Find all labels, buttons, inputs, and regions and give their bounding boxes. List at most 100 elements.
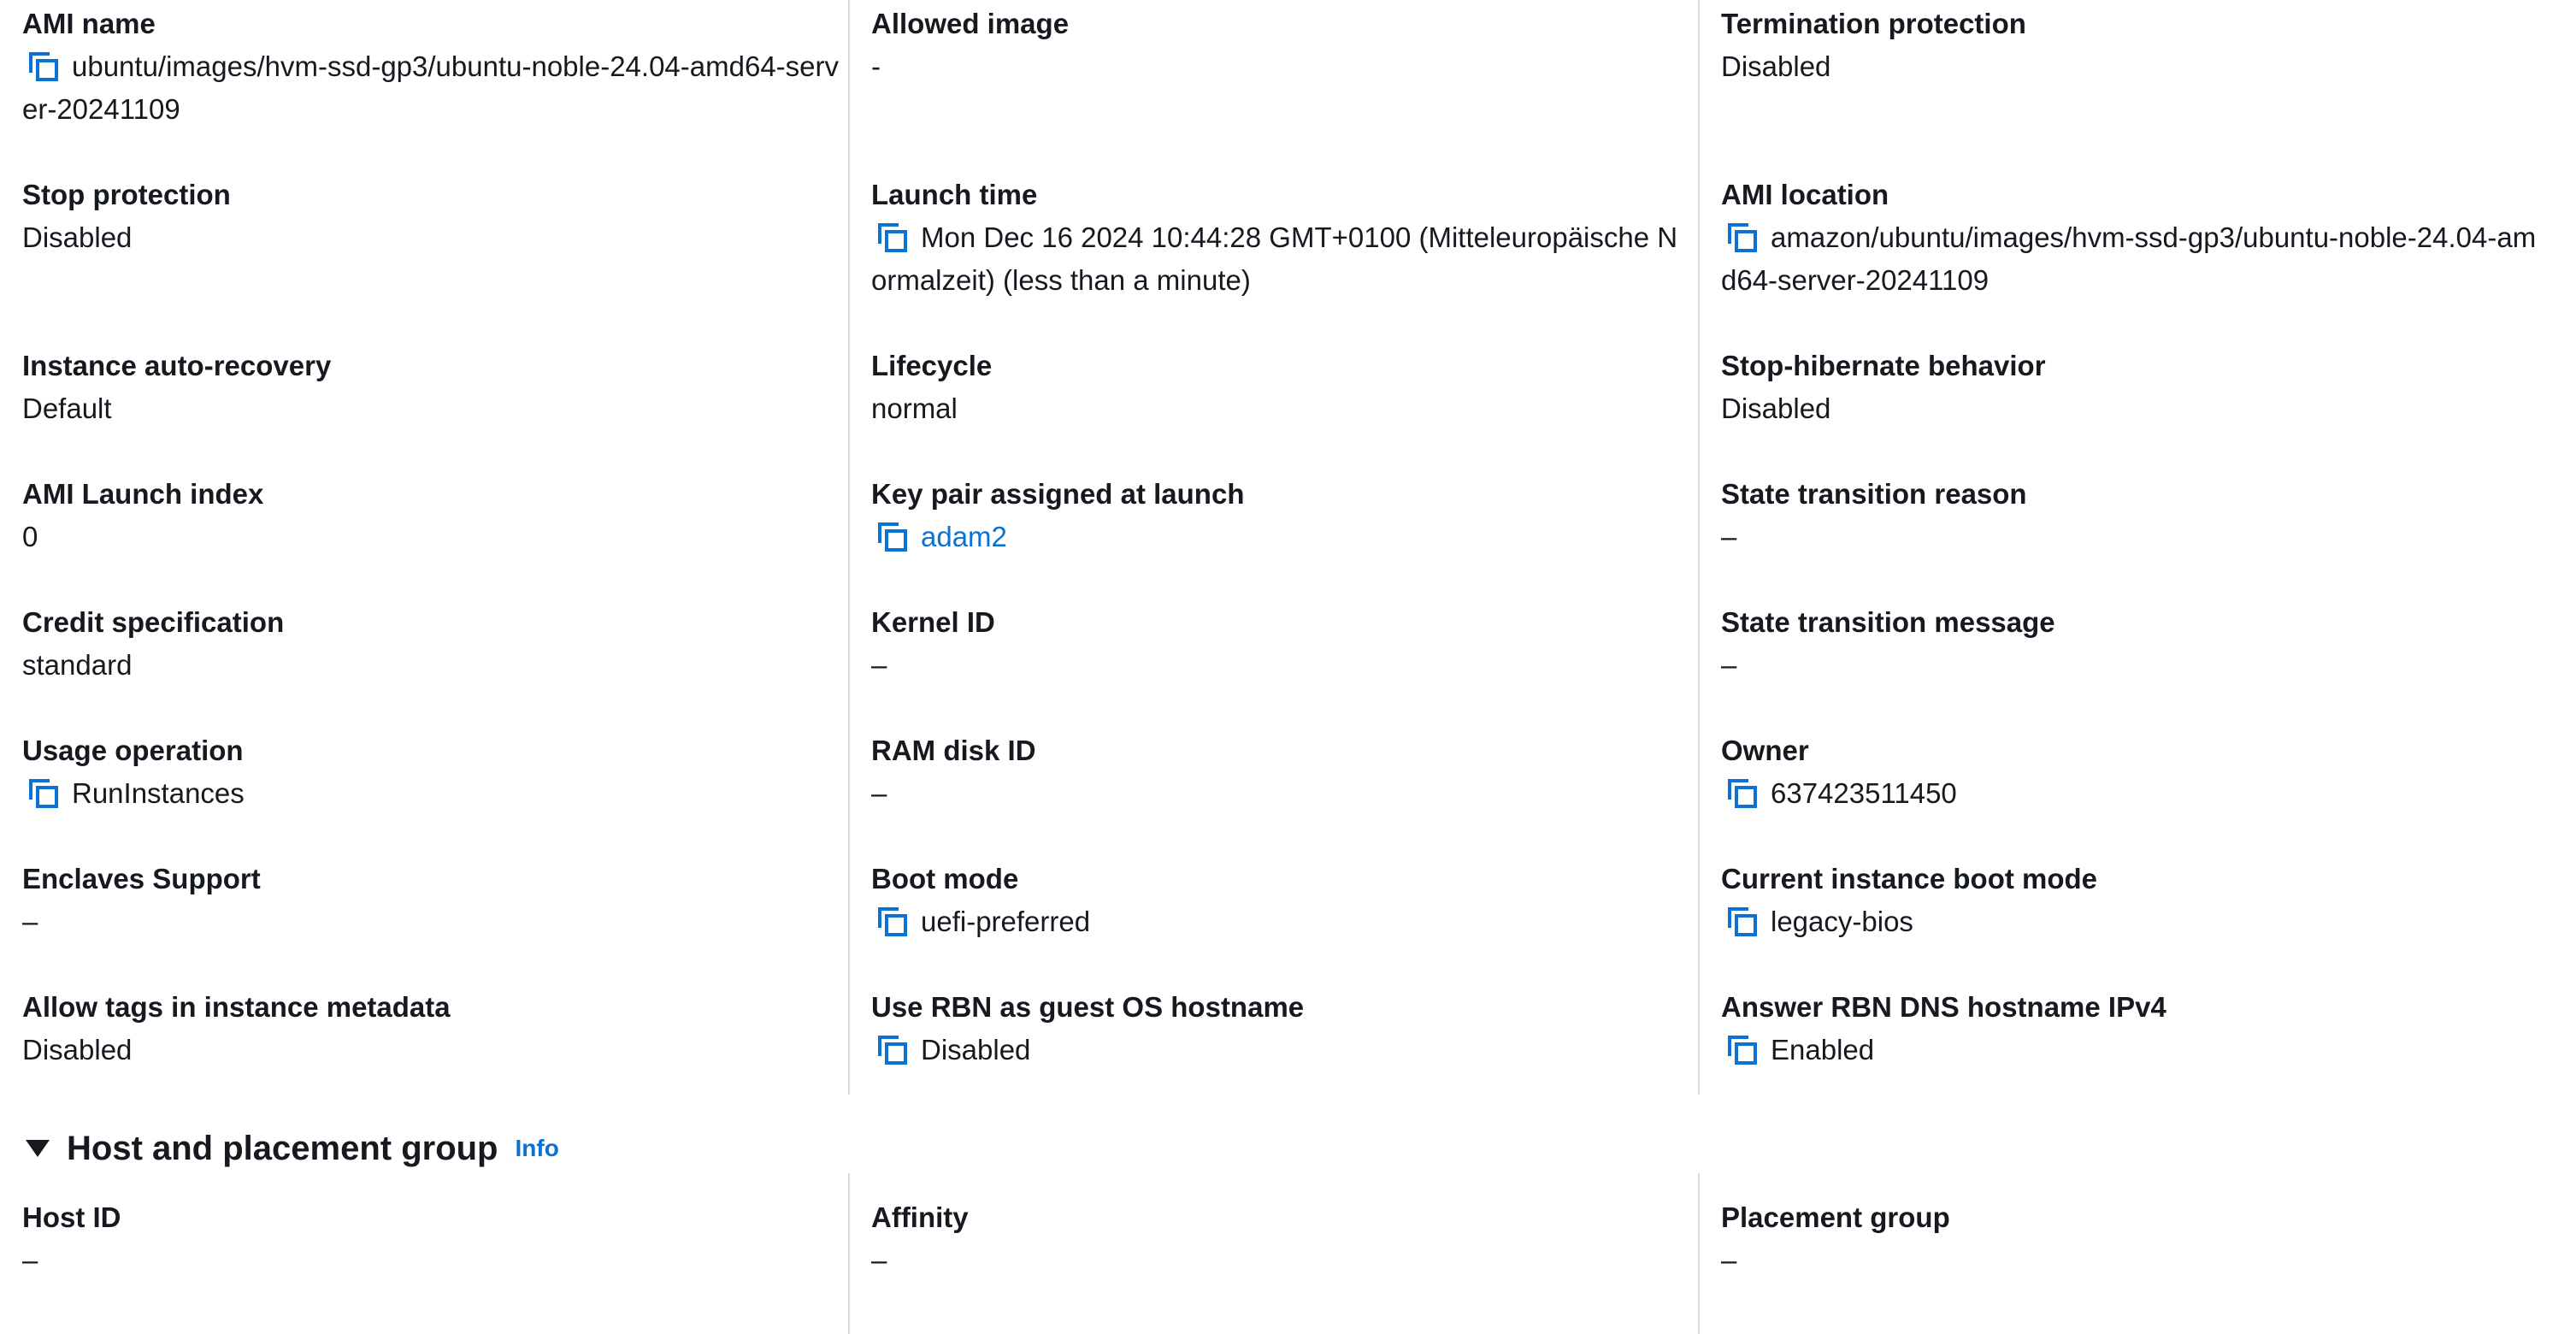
field-label: Launch time [871, 179, 1038, 210]
field-label: Answer RBN DNS hostname IPv4 [1721, 991, 2166, 1023]
field-label: Allow tags in instance metadata [22, 991, 451, 1023]
field-value: – [1721, 649, 1737, 681]
field-value: RunInstances [22, 772, 843, 815]
field-ami-launch-index: AMI Launch index 0 [22, 473, 843, 558]
field-value: – [22, 1244, 38, 1276]
field-label: Affinity [871, 1201, 969, 1233]
field-lifecycle: Lifecycle normal [871, 345, 1692, 430]
field-value: Disabled [22, 221, 133, 253]
field-owner: Owner 637423511450 [1721, 729, 2542, 815]
field-value: adam2 [871, 516, 1692, 558]
field-stop-hibernate: Stop-hibernate behavior Disabled [1721, 345, 2542, 430]
info-link[interactable]: Info [516, 1123, 559, 1174]
field-allowed-image: Allowed image - [871, 3, 1692, 88]
field-label: Stop protection [22, 179, 231, 210]
field-boot-mode: Boot mode uefi-preferred [871, 858, 1692, 943]
copy-icon[interactable] [1726, 221, 1759, 254]
field-state-transition-message: State transition message – [1721, 601, 2542, 687]
field-value: Disabled [1721, 50, 1831, 82]
copy-icon[interactable] [27, 777, 60, 810]
host-placement-grid: Host ID – Affinity – Placement group – [0, 1173, 2576, 1334]
rbn-hostname-value: Disabled [921, 1034, 1031, 1065]
field-launch-time: Launch time Mon Dec 16 2024 10:44:28 GMT… [871, 174, 1692, 302]
field-label: Credit specification [22, 606, 285, 638]
field-label: AMI location [1721, 179, 1889, 210]
field-label: Instance auto-recovery [22, 350, 332, 381]
caret-down-icon[interactable] [26, 1140, 50, 1157]
field-label: State transition message [1721, 606, 2055, 638]
field-label: Allowed image [871, 8, 1070, 39]
field-allow-tags-metadata: Allow tags in instance metadata Disabled [22, 986, 843, 1071]
copy-icon[interactable] [1726, 906, 1759, 938]
ami-location-value: amazon/ubuntu/images/hvm-ssd-gp3/ubuntu-… [1721, 221, 2537, 296]
field-label: AMI name [22, 8, 156, 39]
field-enclaves-support: Enclaves Support – [22, 858, 843, 943]
field-ram-disk-id: RAM disk ID – [871, 729, 1692, 815]
owner-value: 637423511450 [1771, 777, 1957, 809]
field-label: Kernel ID [871, 606, 995, 638]
field-label: Enclaves Support [22, 863, 261, 894]
column-divider [1698, 1173, 1700, 1334]
copy-icon[interactable] [876, 1034, 909, 1066]
copy-icon[interactable] [876, 221, 909, 254]
field-label: Termination protection [1721, 8, 2026, 39]
instance-details-grid: AMI name ubuntu/images/hvm-ssd-gp3/ubunt… [0, 0, 2576, 1095]
field-label: Stop-hibernate behavior [1721, 350, 2046, 381]
field-value: – [1721, 521, 1737, 552]
field-value: 0 [22, 521, 38, 552]
field-credit-specification: Credit specification standard [22, 601, 843, 687]
field-label: Current instance boot mode [1721, 863, 2098, 894]
field-value: – [871, 1244, 887, 1276]
field-value: amazon/ubuntu/images/hvm-ssd-gp3/ubuntu-… [1721, 216, 2542, 302]
field-label: Key pair assigned at launch [871, 478, 1245, 510]
field-value: uefi-preferred [871, 900, 1692, 943]
field-ami-location: AMI location amazon/ubuntu/images/hvm-ss… [1721, 174, 2542, 302]
field-placement-group: Placement group – [1721, 1196, 2542, 1282]
copy-icon[interactable] [27, 50, 60, 83]
field-current-boot-mode: Current instance boot mode legacy-bios [1721, 858, 2542, 943]
field-value: 637423511450 [1721, 772, 2542, 815]
field-termination-protection: Termination protection Disabled [1721, 3, 2542, 88]
field-answer-rbn-dns: Answer RBN DNS hostname IPv4 Enabled [1721, 986, 2542, 1071]
host-placement-section-header[interactable]: Host and placement group Info [22, 1123, 559, 1174]
boot-mode-value: uefi-preferred [921, 906, 1091, 937]
field-value: Mon Dec 16 2024 10:44:28 GMT+0100 (Mitte… [871, 216, 1692, 302]
field-value: normal [871, 393, 958, 424]
field-value: Disabled [1721, 393, 1831, 424]
instance-details-page: AMI name ubuntu/images/hvm-ssd-gp3/ubunt… [0, 0, 2576, 1334]
field-state-transition-reason: State transition reason – [1721, 473, 2542, 558]
field-value: legacy-bios [1721, 900, 2542, 943]
current-boot-mode-value: legacy-bios [1771, 906, 1913, 937]
field-kernel-id: Kernel ID – [871, 601, 1692, 687]
copy-icon[interactable] [1726, 1034, 1759, 1066]
field-host-id: Host ID – [22, 1196, 843, 1282]
section-title: Host and placement group [67, 1130, 498, 1167]
field-value: ubuntu/images/hvm-ssd-gp3/ubuntu-noble-2… [22, 45, 843, 131]
field-label: RAM disk ID [871, 735, 1036, 766]
field-label: Usage operation [22, 735, 244, 766]
field-value: Enabled [1721, 1029, 2542, 1071]
column-divider [848, 1173, 850, 1334]
field-value: - [871, 50, 881, 82]
field-value: Default [22, 393, 112, 424]
field-key-pair: Key pair assigned at launch adam2 [871, 473, 1692, 558]
field-label: Lifecycle [871, 350, 993, 381]
field-label: Placement group [1721, 1201, 1950, 1233]
copy-icon[interactable] [876, 521, 909, 553]
key-pair-link[interactable]: adam2 [921, 521, 1007, 552]
field-value: Disabled [22, 1034, 133, 1065]
field-label: Use RBN as guest OS hostname [871, 991, 1305, 1023]
field-label: Owner [1721, 735, 1809, 766]
field-rbn-hostname: Use RBN as guest OS hostname Disabled [871, 986, 1692, 1071]
column-divider [848, 0, 850, 1095]
copy-icon[interactable] [1726, 777, 1759, 810]
field-label: Host ID [22, 1201, 121, 1233]
field-ami-name: AMI name ubuntu/images/hvm-ssd-gp3/ubunt… [22, 3, 843, 131]
column-divider [1698, 0, 1700, 1095]
field-label: Boot mode [871, 863, 1019, 894]
field-label: AMI Launch index [22, 478, 264, 510]
field-value: – [22, 906, 38, 937]
launch-time-value: Mon Dec 16 2024 10:44:28 GMT+0100 (Mitte… [871, 221, 1678, 296]
copy-icon[interactable] [876, 906, 909, 938]
ami-name-value: ubuntu/images/hvm-ssd-gp3/ubuntu-noble-2… [22, 50, 840, 125]
